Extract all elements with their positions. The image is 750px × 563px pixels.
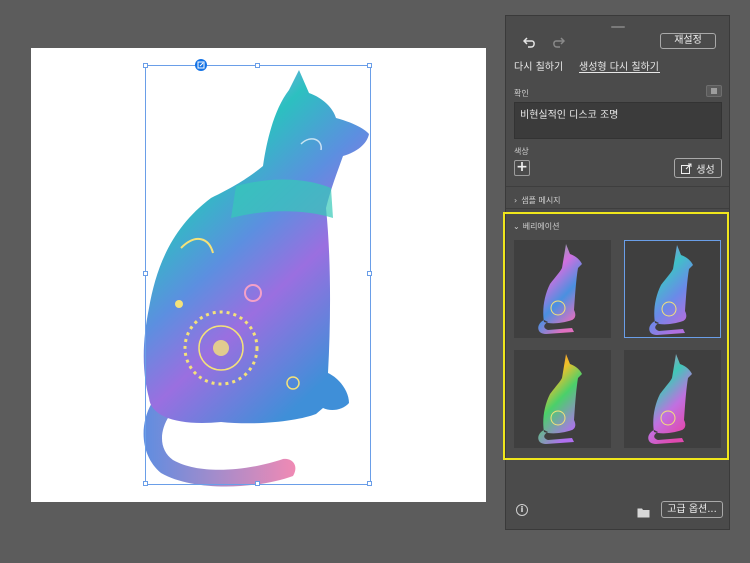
resize-handle-bl[interactable]: [143, 481, 148, 486]
folder-icon[interactable]: [637, 503, 650, 522]
sample-prompts-label: 샘플 메시지: [521, 196, 561, 205]
variations-toggle[interactable]: ⌄ 베리에이션: [513, 221, 560, 232]
plus-icon[interactable]: +: [514, 160, 530, 176]
resize-handle-br[interactable]: [367, 481, 372, 486]
artboard-canvas[interactable]: [31, 48, 486, 502]
selection-bounding-box[interactable]: [143, 63, 372, 486]
panel-grip[interactable]: [611, 26, 625, 28]
chevron-right-icon: ›: [514, 196, 518, 205]
undo-icon[interactable]: [520, 32, 540, 52]
color-label: 색상: [514, 147, 529, 156]
info-icon[interactable]: i: [516, 504, 528, 516]
generate-icon: [681, 163, 692, 174]
divider: [506, 186, 729, 187]
reset-button[interactable]: 재설정: [660, 33, 716, 49]
resize-handle-tr[interactable]: [367, 63, 372, 68]
resize-handle-tm[interactable]: [255, 63, 260, 68]
variations-section: ⌄ 베리에이션: [503, 212, 729, 460]
advanced-options-button[interactable]: 고급 옵션...: [661, 501, 723, 518]
resize-handle-tl[interactable]: [143, 63, 148, 68]
variation-thumbnail-2[interactable]: [624, 240, 721, 338]
divider: [506, 208, 729, 209]
tab-generative-recolor[interactable]: 생성형 다시 칠하기: [579, 58, 659, 73]
sample-prompts-toggle[interactable]: › 샘플 메시지: [514, 195, 561, 206]
variation-thumbnail-3[interactable]: [514, 350, 611, 448]
active-tab-indicator: [579, 72, 660, 73]
generate-button[interactable]: 생성: [674, 158, 722, 178]
generate-label: 생성: [696, 164, 715, 176]
prompt-label: 확인: [514, 89, 529, 98]
resize-handle-ml[interactable]: [143, 271, 148, 276]
variations-label: 베리에이션: [522, 222, 560, 231]
generative-badge-icon[interactable]: [195, 59, 207, 71]
menu-icon[interactable]: [706, 85, 722, 97]
generative-recolor-panel: 재설정 다시 칠하기 생성형 다시 칠하기 확인 비현실적인 디스코 조명 색상…: [503, 15, 730, 530]
tab-recolor[interactable]: 다시 칠하기: [514, 58, 563, 73]
redo-icon[interactable]: [548, 32, 568, 52]
resize-handle-mr[interactable]: [367, 271, 372, 276]
variation-thumbnail-4[interactable]: [624, 350, 721, 448]
prompt-input[interactable]: 비현실적인 디스코 조명: [514, 102, 722, 139]
chevron-down-icon: ⌄: [513, 222, 520, 231]
resize-handle-bm[interactable]: [255, 481, 260, 486]
variation-thumbnail-1[interactable]: [514, 240, 611, 338]
